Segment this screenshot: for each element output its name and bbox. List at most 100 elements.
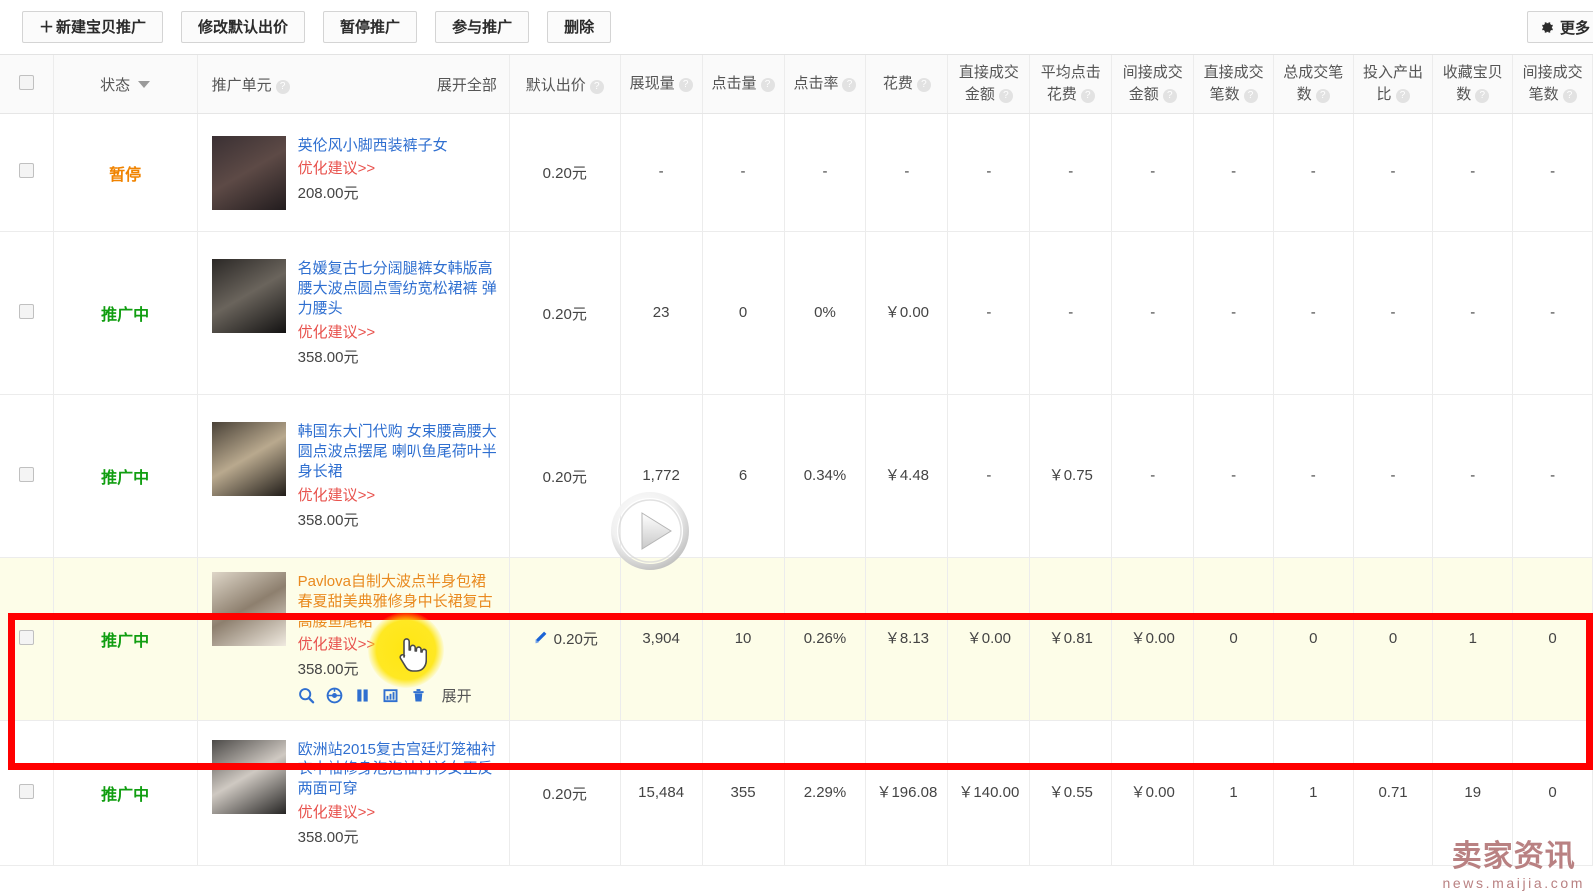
search-icon[interactable] [298,687,315,704]
help-icon[interactable]: ? [1475,89,1490,103]
trash-icon[interactable] [410,687,427,704]
product-thumbnail[interactable] [211,135,286,210]
more-button[interactable]: 更多 [1526,11,1593,43]
column-header-cost: 花费? [865,55,949,114]
product-thumbnail[interactable] [211,572,286,646]
cell-direct-orders: 0 [1193,557,1274,722]
help-icon[interactable]: ? [842,78,857,93]
pause-promo-button[interactable]: 暂停推广 [323,11,418,43]
caret-down-icon[interactable] [138,80,151,88]
cell-value: ￥196.08 [876,784,938,802]
optimize-suggestion-link[interactable]: 优化建议>> [298,484,499,505]
cell-value: - [1310,466,1316,484]
column-header-favorites: 收藏宝贝数? [1432,55,1514,114]
row-checkbox[interactable] [18,466,34,482]
promotion-table: 状态 推广单元? 展开全部 默认出价? 展现量? 点击量? 点击率? 花费? 直接成交 金额? 平均… [0,55,1593,867]
row-bid-cell[interactable]: 0.20元 [509,557,621,722]
cell-value: - [1231,303,1237,321]
row-checkbox[interactable] [18,629,34,645]
help-icon[interactable]: ? [1243,89,1258,103]
optimize-suggestion-link[interactable]: 优化建议>> [298,157,499,178]
optimize-suggestion-link[interactable]: 优化建议>> [298,633,499,654]
table-row[interactable]: 推广中 欧洲站2015复古宫廷灯笼袖衬衣中袖修身泡泡袖衬衫女正反两面可穿 优化建议>… [0,720,1593,867]
expand-all-link[interactable]: 展开全部 [437,74,497,95]
cell-value: 1 [1309,784,1318,802]
cell-roi: - [1353,394,1434,558]
cell-value: - [1150,303,1156,321]
cell-value: 3,904 [642,630,680,648]
help-icon[interactable]: ? [1080,89,1095,103]
cell-impressions: 3,904 [620,557,703,722]
table-row[interactable]: 推广中 Pavlova自制大波点半身包裙春夏甜美典雅修身中长裙复古高腰鱼尾裙 优化建… [0,557,1593,722]
cell-value: ￥140.00 [958,784,1020,802]
table-row[interactable]: 推广中 名媛复古七分阔腿裤女韩版高腰大波点圆点雪纺宽松裙裤 弹力腰头 优化建议>> 3… [0,231,1593,395]
column-header-state[interactable]: 状态 [53,55,198,114]
row-checkbox[interactable] [18,163,34,178]
help-icon[interactable]: ? [760,78,775,93]
row-checkbox[interactable] [18,303,34,319]
new-promo-button[interactable]: ＋新建宝贝推广 [22,11,164,43]
help-icon[interactable]: ? [998,89,1013,103]
help-icon[interactable]: ? [1395,89,1410,103]
product-title-link[interactable]: 英伦风小脚西装裤子女 [298,136,499,156]
target-icon[interactable] [326,687,343,704]
row-bid-cell[interactable]: 0.20元 [509,113,621,232]
cell-clicks: 0 [702,231,785,395]
help-icon[interactable]: ? [916,78,931,93]
table-row[interactable]: 推广中 韩国东大门代购 女束腰高腰大圆点波点摆尾 喇叭鱼尾荷叶半身长裙优化建议>>… [0,394,1593,558]
row-checkbox[interactable] [18,783,34,799]
help-icon[interactable]: ? [1562,89,1577,103]
join-promo-button[interactable]: 参与推广 [435,11,530,43]
row-bid-cell[interactable]: 0.20元 [509,394,621,558]
metric-header-label: 总成交笔 [1283,64,1344,82]
watermark-url: news.maijia.com [1442,875,1585,891]
help-icon[interactable]: ? [678,78,693,93]
product-title-link[interactable]: 欧洲站2015复古宫廷灯笼袖衬衣中袖修身泡泡袖衬衫女正反两面可穿 [298,740,499,799]
cell-roi: - [1353,231,1434,395]
cell-cost: - [865,113,949,232]
help-icon[interactable]: ? [1315,89,1330,103]
table-row[interactable]: 暂停 英伦风小脚西装裤子女 优化建议>> 208.00元 0.20元 - - - - - - - - - -… [0,113,1593,232]
expand-row-link[interactable]: 展开 [442,685,472,706]
cell-value: - [1390,466,1396,484]
optimize-suggestion-link[interactable]: 优化建议>> [298,321,499,342]
cell-value: ￥0.75 [1048,466,1093,484]
metric-header-label: 数 [1456,86,1472,103]
cell-value: 0 [1229,630,1238,648]
modify-bid-button[interactable]: 修改默认出价 [181,11,306,43]
product-title-link[interactable]: Pavlova自制大波点半身包裙春夏甜美典雅修身中长裙复古高腰鱼尾裙 [298,572,499,631]
metric-header-label: 间接成交 [1522,64,1583,82]
row-bid-cell[interactable]: 0.20元 [509,720,621,867]
product-thumbnail[interactable] [211,422,286,497]
cell-total-orders: - [1273,394,1354,558]
product-title-link[interactable]: 名媛复古七分阔腿裤女韩版高腰大波点圆点雪纺宽松裙裤 弹力腰头 [298,259,499,318]
product-title-link[interactable]: 韩国东大门代购 女束腰高腰大圆点波点摆尾 喇叭鱼尾荷叶半身长裙 [298,422,499,481]
pencil-icon[interactable] [532,630,548,650]
report-icon[interactable] [382,687,399,704]
status-badge: 推广中 [101,470,150,487]
help-icon[interactable]: ? [1162,89,1177,103]
optimize-suggestion-link[interactable]: 优化建议>> [298,801,499,822]
row-unit-cell: 名媛复古七分阔腿裤女韩版高腰大波点圆点雪纺宽松裙裤 弹力腰头优化建议>> 358.… [197,231,510,395]
help-icon[interactable]: ? [589,79,604,94]
product-thumbnail[interactable] [211,259,286,334]
cell-favorites: - [1432,231,1514,395]
select-all-checkbox[interactable] [18,74,34,90]
cell-value: - [1068,163,1074,181]
metric-header-label: 花费 [1046,86,1077,103]
unit-header-label: 推广单元 [211,76,272,94]
row-state-cell: 推广中 [53,720,198,867]
cell-avg-click-cost: ￥0.75 [1029,394,1113,558]
cell-value: ￥8.13 [884,630,930,648]
product-price: 358.00元 [297,348,359,366]
table-body: 暂停 英伦风小脚西装裤子女 优化建议>> 208.00元 0.20元 - - - - - - - - - -… [0,113,1593,867]
metric-header-label: 金额 [1128,86,1159,103]
product-thumbnail[interactable] [211,739,286,814]
cell-direct-amount: - [947,231,1031,395]
cell-indirect-amount: - [1111,394,1195,558]
row-bid-cell[interactable]: 0.20元 [509,231,621,395]
delete-button[interactable]: 删除 [547,11,612,43]
pause-icon[interactable] [354,687,371,704]
cell-value: ￥0.00 [1130,784,1175,802]
help-icon[interactable]: ? [275,79,290,94]
